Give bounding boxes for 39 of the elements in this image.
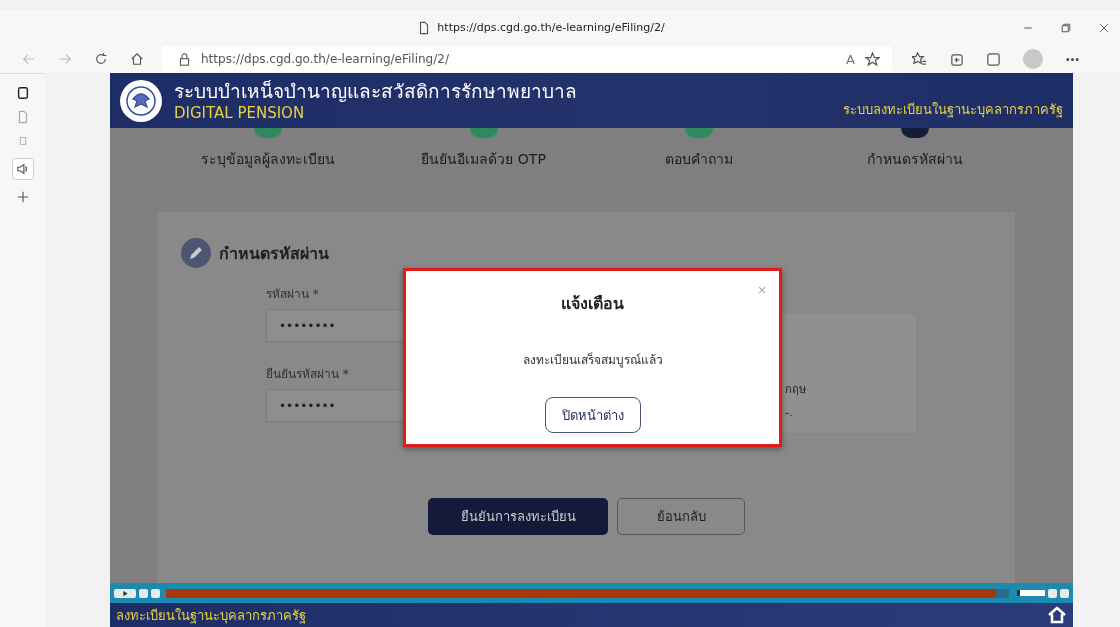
step-label: ยืนยันอีเมลด้วย OTP	[421, 150, 546, 169]
restore-icon[interactable]	[1060, 21, 1072, 34]
dialog-title: แจ้งเตือน	[561, 293, 624, 315]
field-label: รหัสผ่าน *	[266, 286, 320, 303]
info-text: กฤษ	[785, 382, 807, 398]
field-label: ยืนยันรหัสผ่าน *	[266, 366, 350, 383]
read-aloud-button[interactable]: A	[846, 51, 855, 67]
pencil-glyph-icon	[188, 245, 204, 261]
mute-button[interactable]	[1048, 588, 1057, 598]
back-button[interactable]: ย้อนกลับ	[617, 498, 745, 535]
prev-button[interactable]	[139, 588, 148, 598]
close-window-button[interactable]: ปิดหน้าต่าง	[544, 397, 641, 433]
add-icon[interactable]	[15, 190, 30, 204]
next-button[interactable]	[151, 588, 160, 598]
footer-text: ลงทะเบียนในฐานะบุคลากรภาครัฐ	[116, 606, 306, 626]
site-title: ระบบบำเหน็จบำนาญและสวัสดิการรักษาพยาบาล	[174, 78, 578, 103]
info-text: -.	[785, 406, 794, 419]
address-bar[interactable]: https://dps.cgd.go.th/e-learning/eFiling/2/ A	[162, 46, 892, 72]
close-icon[interactable]	[1098, 21, 1110, 34]
lock-icon	[178, 52, 191, 66]
tabs-icon[interactable]	[15, 86, 30, 100]
step-label: กำหนดรหัสผ่าน	[867, 150, 964, 169]
collections-icon[interactable]	[949, 51, 964, 67]
section-title: ระบบลงทะเบียนในฐานะบุคลากรภาครัฐ	[843, 101, 1063, 120]
page-url: https://dps.cgd.go.th/e-learning/eFiling/2/	[437, 21, 665, 34]
play-button[interactable]	[114, 588, 136, 598]
dialog-message: ลงทะเบียนเสร็จสมบูรณ์แล้ว	[522, 351, 663, 369]
speaker-icon	[15, 162, 30, 176]
play-icon	[121, 589, 129, 597]
reload-icon[interactable]	[94, 52, 108, 66]
home-icon[interactable]	[130, 52, 144, 66]
menu-button[interactable]	[1060, 588, 1069, 598]
site-subtitle: DIGITAL PENSION	[174, 102, 306, 123]
speaker-button[interactable]	[11, 158, 34, 180]
favorites-icon[interactable]	[912, 51, 927, 67]
form-title: กำหนดรหัสผ่าน	[219, 242, 329, 265]
step-label: ระบุข้อมูลผู้ลงทะเบียน	[200, 150, 335, 170]
step-label: ตอบคำถาม	[665, 150, 734, 169]
confirm-button[interactable]: ยืนยันการลงทะเบียน	[428, 498, 608, 535]
